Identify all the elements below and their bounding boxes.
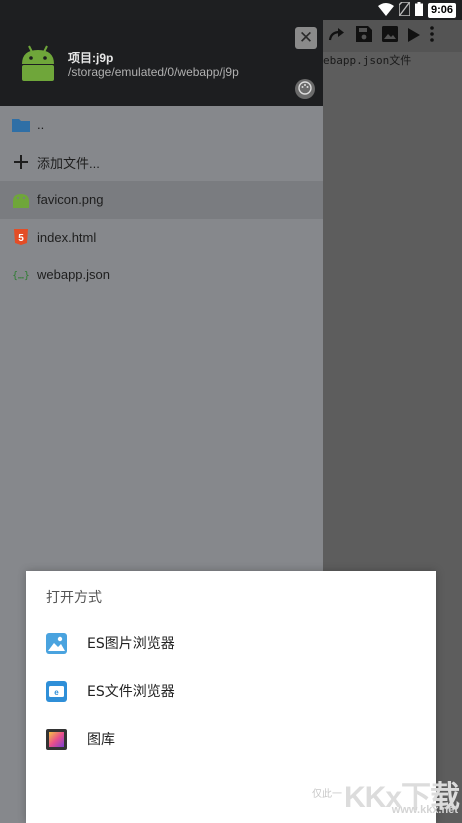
html5-icon: 5 — [12, 228, 30, 246]
svg-text:e: e — [54, 688, 59, 697]
android-project-icon — [20, 44, 56, 86]
watermark-note: 仅此一 — [312, 789, 342, 800]
dialog-title: 打开方式 — [46, 590, 102, 606]
watermark: 仅此一 KKx下载 www.kkx.net — [312, 770, 462, 823]
close-icon: ✕ — [298, 27, 314, 48]
file-item-label: 添加文件... — [37, 155, 100, 171]
close-drawer-button[interactable]: ✕ — [295, 27, 317, 49]
option-es-file-browser[interactable]: e ES文件浏览器 — [26, 667, 436, 715]
play-icon[interactable] — [408, 27, 420, 46]
option-label: ES图片浏览器 — [87, 636, 175, 652]
more-vert-icon[interactable] — [430, 26, 434, 46]
svg-text:5: 5 — [18, 233, 24, 244]
json-braces-icon: {…} — [12, 266, 30, 284]
status-time: 9:06 — [427, 2, 456, 18]
redo-icon[interactable] — [328, 27, 346, 46]
drawer-header: 项目:j9p /storage/emulated/0/webapp/j9p ✕ — [0, 20, 323, 106]
file-item-label: index.html — [37, 229, 97, 245]
svg-text:{…}: {…} — [12, 270, 30, 281]
file-list: .. 添加文件... favicon.png 5 index.html {…} … — [0, 106, 323, 294]
folder-icon — [12, 116, 30, 134]
image-icon[interactable] — [382, 26, 398, 46]
option-gallery[interactable]: 图库 — [26, 715, 436, 763]
option-label: ES文件浏览器 — [87, 684, 175, 700]
option-label: 图库 — [87, 732, 115, 748]
status-bar: 9:06 — [0, 0, 462, 20]
option-es-image-browser[interactable]: ES图片浏览器 — [26, 619, 436, 667]
file-item-webapp-json[interactable]: {…} webapp.json — [0, 256, 323, 294]
gallery-icon — [46, 728, 67, 750]
palette-icon — [298, 80, 312, 99]
file-item-label: favicon.png — [37, 192, 104, 208]
project-path: /storage/emulated/0/webapp/j9p — [68, 65, 239, 79]
project-title: 项目:j9p — [68, 51, 114, 65]
battery-icon — [414, 1, 423, 20]
es-image-browser-icon — [46, 632, 67, 654]
file-item-parent-folder[interactable]: .. — [0, 106, 323, 144]
status-icons: 9:06 — [377, 0, 456, 20]
file-item-label: webapp.json — [37, 267, 110, 283]
android-image-icon — [12, 191, 30, 209]
editor-toolbar — [322, 20, 462, 52]
file-item-label: .. — [37, 117, 45, 133]
wifi-icon — [377, 1, 394, 20]
watermark-url: www.kkx.net — [391, 804, 458, 816]
save-icon[interactable] — [356, 26, 372, 46]
es-file-browser-icon: e — [46, 680, 67, 702]
sim-icon — [398, 0, 411, 20]
editor-visible-text[interactable]: ebapp.json文件 — [323, 52, 411, 68]
palette-button[interactable] — [295, 79, 315, 99]
add-file-item[interactable]: 添加文件... — [0, 144, 323, 182]
file-item-index-html[interactable]: 5 index.html — [0, 219, 323, 257]
plus-icon — [12, 153, 30, 171]
file-item-favicon[interactable]: favicon.png — [0, 181, 323, 219]
